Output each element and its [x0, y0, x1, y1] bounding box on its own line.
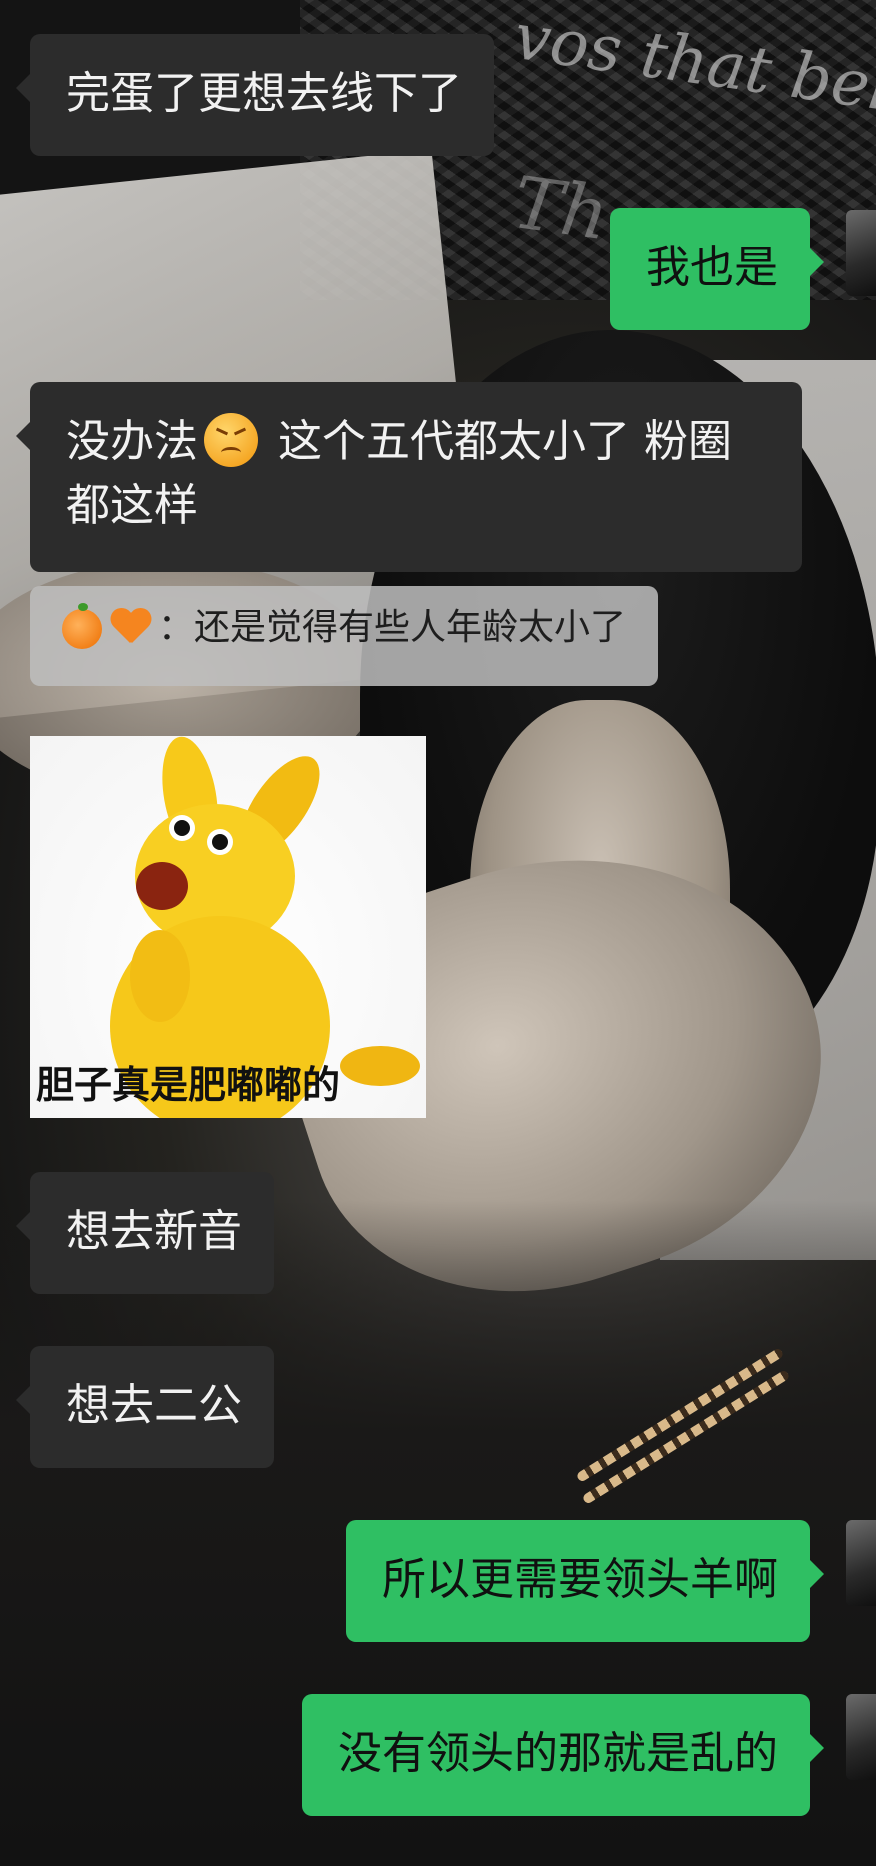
received-message-bubble[interactable]: 想去新音	[16, 1172, 274, 1294]
my-avatar[interactable]	[846, 1694, 876, 1780]
my-avatar[interactable]	[846, 210, 876, 296]
sticker-message[interactable]: 胆子真是肥嘟嘟的	[30, 736, 426, 1118]
orange-heart-emoji	[110, 609, 152, 649]
message-text: 没办法	[66, 416, 198, 467]
message-text: 没有领头的那就是乱的	[338, 1728, 778, 1779]
message-text: 想去二公	[66, 1380, 242, 1431]
received-message-bubble[interactable]: 没办法 这个五代都太小了 粉圈都这样	[16, 382, 802, 572]
message-text: 所以更需要领头羊啊	[382, 1554, 778, 1605]
message-text: 完蛋了更想去线下了	[66, 68, 462, 119]
received-message-bubble[interactable]: 完蛋了更想去线下了	[16, 34, 494, 156]
my-avatar[interactable]	[846, 1520, 876, 1606]
sent-message-bubble[interactable]: 没有领头的那就是乱的	[302, 1694, 824, 1816]
chat-message-list[interactable]: 完蛋了更想去线下了 我也是 没办法 这个五代都太小了 粉圈都这样 ：还是觉得有些…	[0, 0, 876, 1866]
message-text: 我也是	[646, 242, 778, 293]
sent-message-bubble[interactable]: 所以更需要领头羊啊	[346, 1520, 824, 1642]
sticker-caption: 胆子真是肥嘟嘟的	[36, 1063, 341, 1107]
sent-message-bubble[interactable]: 我也是	[610, 208, 824, 330]
confounded-face-emoji	[204, 413, 258, 467]
message-text: 想去新音	[66, 1206, 242, 1257]
received-message-bubble[interactable]: 想去二公	[16, 1346, 274, 1468]
tangerine-emoji	[62, 603, 102, 649]
quoted-text: ：还是觉得有些人年龄太小了	[158, 607, 627, 648]
quoted-reply[interactable]: ：还是觉得有些人年龄太小了	[30, 586, 659, 686]
